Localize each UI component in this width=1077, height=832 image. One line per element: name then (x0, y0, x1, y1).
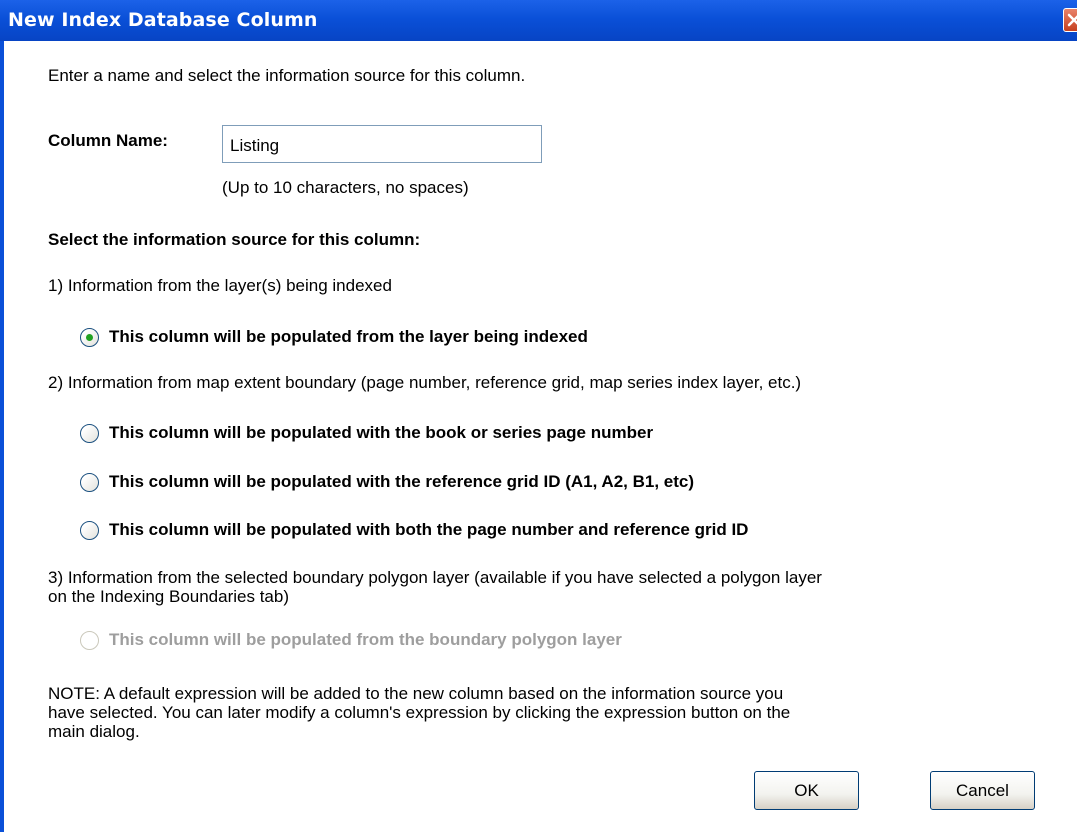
radio-button-checked[interactable] (80, 327, 99, 347)
window-title: New Index Database Column (8, 9, 318, 31)
column-name-label: Column Name: (48, 131, 168, 150)
radio-button-disabled (80, 630, 99, 650)
section-extent-heading: 2) Information from map extent boundary … (48, 373, 802, 392)
radio-option-label: This column will be populated with the r… (109, 472, 695, 491)
radio-button[interactable] (80, 472, 99, 492)
radio-option-label: This column will be populated from the l… (109, 327, 588, 346)
radio-option-label: This column will be populated from the b… (109, 630, 622, 649)
section-layer-heading: 1) Information from the layer(s) being i… (48, 276, 392, 295)
column-name-hint: (Up to 10 characters, no spaces) (222, 178, 469, 197)
radio-option-boundary: This column will be populated from the b… (80, 630, 622, 650)
intro-text: Enter a name and select the information … (48, 66, 526, 85)
close-button[interactable] (1063, 8, 1077, 32)
radio-option-page-and-grid[interactable]: This column will be populated with both … (80, 520, 748, 540)
radio-option-page-number[interactable]: This column will be populated with the b… (80, 423, 653, 443)
radio-button[interactable] (80, 520, 99, 540)
ok-button[interactable]: OK (754, 771, 859, 810)
section-boundary-heading: 3) Information from the selected boundar… (48, 568, 822, 606)
close-icon (1067, 13, 1077, 27)
column-name-input[interactable]: Listing (222, 125, 542, 163)
radio-option-label: This column will be populated with the b… (109, 423, 654, 442)
radio-option-label: This column will be populated with both … (109, 520, 749, 539)
title-bar: New Index Database Column (0, 0, 1077, 41)
note-text: NOTE: A default expression will be added… (48, 684, 791, 741)
radio-option-layer[interactable]: This column will be populated from the l… (80, 327, 588, 347)
source-heading: Select the information source for this c… (48, 230, 421, 249)
radio-button[interactable] (80, 423, 99, 443)
window-frame (0, 41, 4, 832)
radio-option-grid-id[interactable]: This column will be populated with the r… (80, 472, 694, 492)
cancel-button[interactable]: Cancel (930, 771, 1035, 810)
